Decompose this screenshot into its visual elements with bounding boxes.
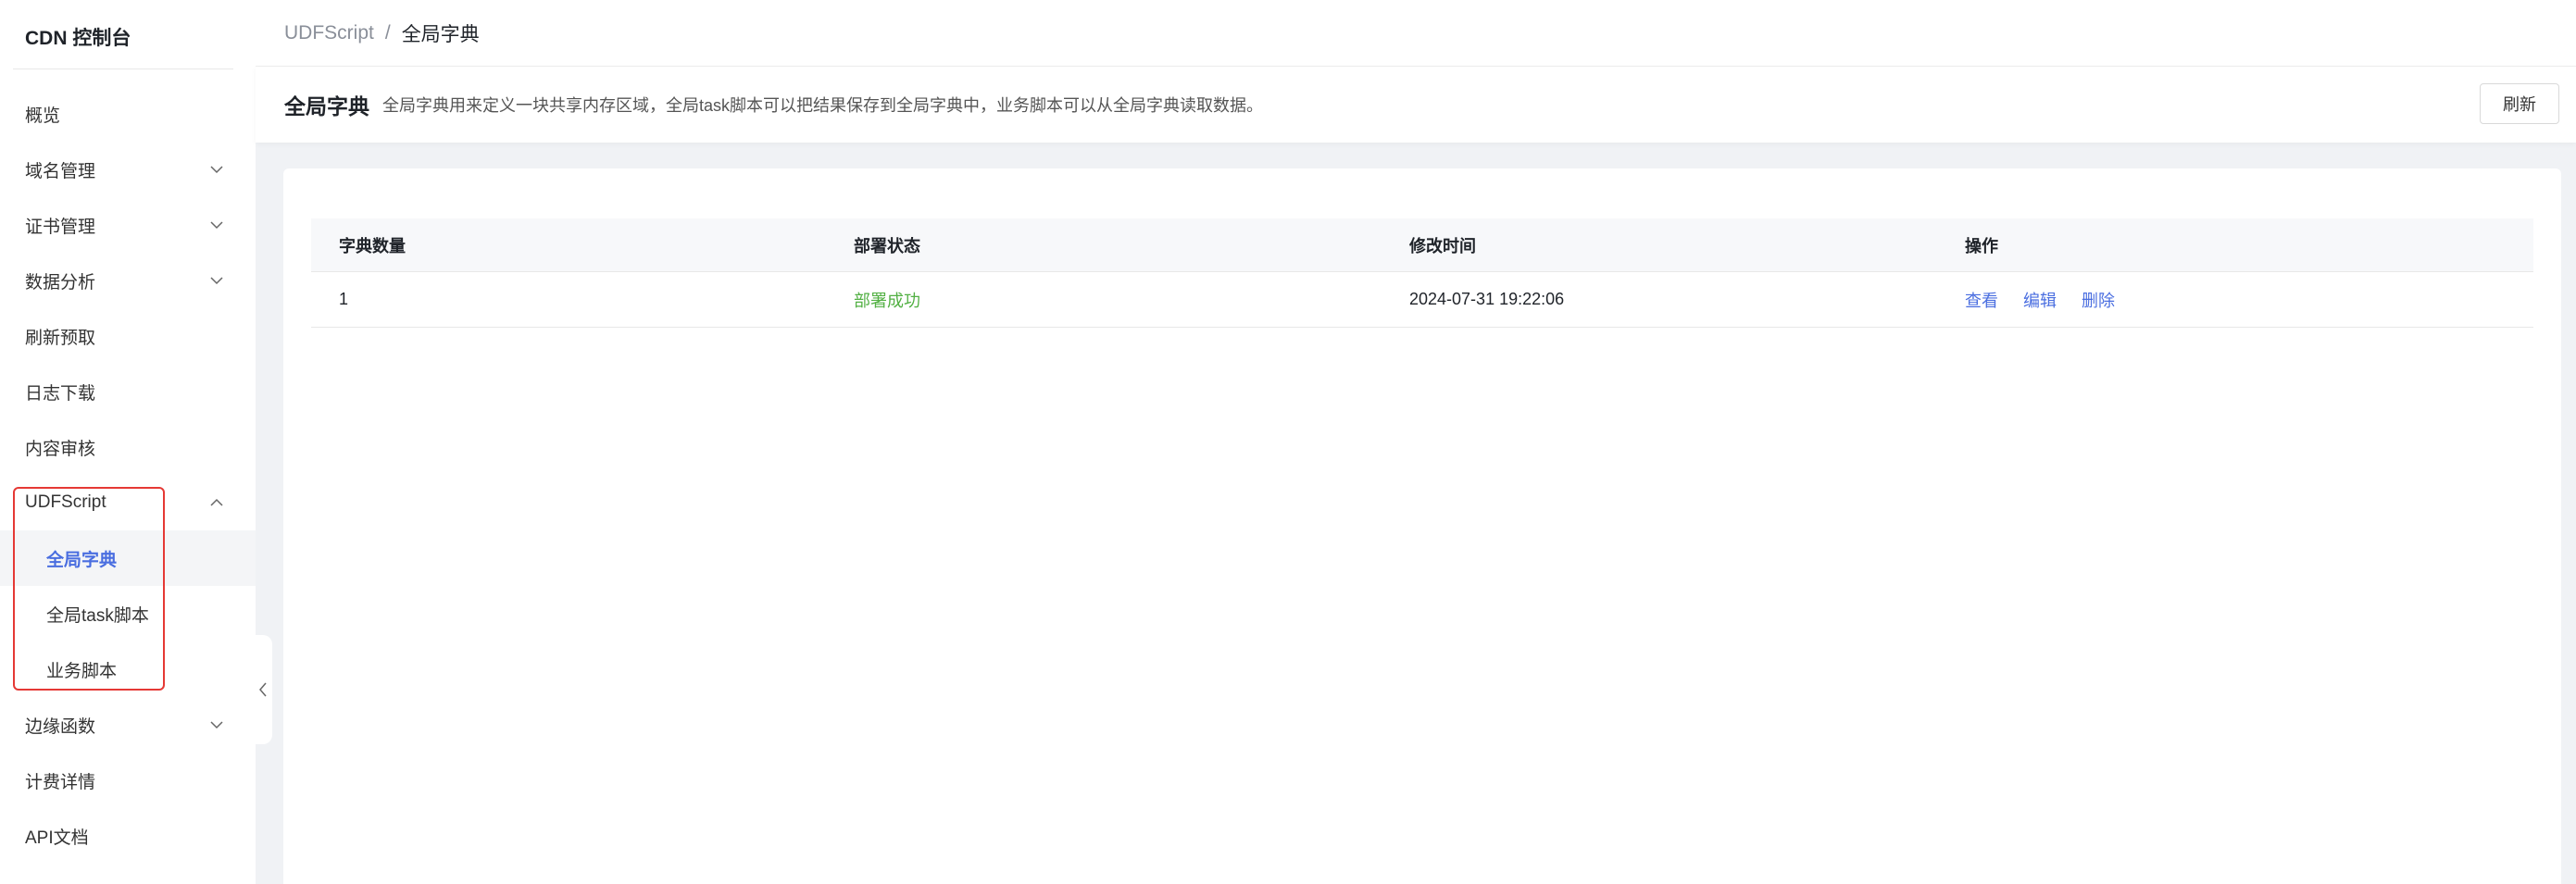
sidebar-item-billing-details[interactable]: 计费详情 (0, 753, 256, 808)
column-header-status: 部署状态 (854, 236, 920, 255)
sidebar-item-log-download[interactable]: 日志下载 (0, 364, 256, 419)
sidebar-item-label: 刷新预取 (25, 328, 96, 348)
sidebar-item-data-analysis[interactable]: 数据分析 (0, 253, 256, 308)
column-header-count: 字典数量 (339, 236, 406, 255)
sidebar-item-label: 内容审核 (25, 439, 96, 459)
sidebar-item-refresh-prefetch[interactable]: 刷新预取 (0, 308, 256, 364)
breadcrumb-parent-link[interactable]: UDFScript (284, 22, 374, 44)
page-title: 全局字典 (284, 94, 369, 118)
sidebar-item-edge-functions[interactable]: 边缘函数 (0, 697, 256, 753)
column-header-actions: 操作 (1965, 236, 1998, 255)
table-row: 1 部署成功 2024-07-31 19:22:06 查看 编辑 删除 (311, 272, 2533, 328)
sidebar-subitem-business-script[interactable]: 业务脚本 (0, 641, 256, 697)
chevron-up-icon (210, 498, 223, 506)
sidebar-item-domain-management[interactable]: 域名管理 (0, 142, 256, 197)
view-link[interactable]: 查看 (1965, 292, 1998, 310)
table-header: 字典数量 部署状态 修改时间 操作 (311, 218, 2533, 272)
chevron-down-icon (210, 277, 223, 285)
sidebar-item-label: 概览 (25, 106, 61, 126)
sidebar-item-udfscript[interactable]: UDFScript (0, 475, 256, 530)
page-description: 全局字典用来定义一块共享内存区域，全局task脚本可以把结果保存到全局字典中，业… (382, 96, 1264, 115)
refresh-button[interactable]: 刷新 (2480, 83, 2559, 124)
chevron-down-icon (210, 221, 223, 230)
cell-actions: 查看 编辑 删除 (1965, 288, 2533, 312)
brand-title: CDN 控制台 (25, 28, 131, 49)
cell-count: 1 (339, 290, 349, 308)
cell-status: 部署成功 (854, 291, 920, 310)
sidebar-subitem-label: 全局字典 (46, 550, 118, 570)
chevron-down-icon (210, 721, 223, 729)
cell-modified: 2024-07-31 19:22:06 (1409, 290, 1565, 308)
breadcrumb-separator: / (384, 21, 391, 44)
sidebar-item-label: API文档 (25, 828, 89, 848)
edit-link[interactable]: 编辑 (2023, 292, 2057, 310)
chevron-left-icon (259, 682, 267, 697)
breadcrumb-current: 全局字典 (401, 23, 480, 45)
delete-link[interactable]: 删除 (2082, 292, 2115, 310)
sidebar-item-content-review[interactable]: 内容审核 (0, 419, 256, 475)
sidebar-item-overview[interactable]: 概览 (0, 86, 256, 142)
sidebar-subitem-global-task-script[interactable]: 全局task脚本 (0, 586, 256, 641)
content-card: 字典数量 部署状态 修改时间 操作 1 部署成功 2024-07-31 19:2… (283, 168, 2561, 884)
sidebar-item-api-docs[interactable]: API文档 (0, 808, 256, 864)
sidebar: CDN 控制台 概览 域名管理 证书管理 数据分析 刷新预取 日志下载 内容审核… (0, 0, 256, 884)
sidebar-subitem-label: 业务脚本 (46, 661, 118, 681)
dictionary-table: 字典数量 部署状态 修改时间 操作 1 部署成功 2024-07-31 19:2… (311, 218, 2533, 328)
sidebar-item-label: 计费详情 (25, 772, 96, 792)
sidebar-item-label: UDFScript (25, 492, 106, 512)
app-root: CDN 控制台 概览 域名管理 证书管理 数据分析 刷新预取 日志下载 内容审核… (0, 0, 2576, 884)
sidebar-item-certificate-management[interactable]: 证书管理 (0, 197, 256, 253)
sidebar-item-label: 证书管理 (25, 217, 96, 237)
sidebar-item-label: 日志下载 (25, 383, 96, 404)
sidebar-subitem-global-dictionary[interactable]: 全局字典 (0, 530, 256, 586)
sidebar-item-label: 边缘函数 (25, 716, 96, 737)
sidebar-item-label: 域名管理 (25, 161, 96, 181)
chevron-down-icon (210, 166, 223, 174)
page-header: 全局字典 全局字典用来定义一块共享内存区域，全局task脚本可以把结果保存到全局… (256, 67, 2576, 143)
sidebar-item-label: 数据分析 (25, 272, 96, 293)
brand-divider (13, 68, 233, 69)
sidebar-subitem-label: 全局task脚本 (46, 605, 149, 626)
column-header-modified: 修改时间 (1409, 236, 1476, 255)
breadcrumb: UDFScript / 全局字典 (256, 0, 2576, 67)
sidebar-collapse-handle[interactable] (254, 635, 272, 744)
